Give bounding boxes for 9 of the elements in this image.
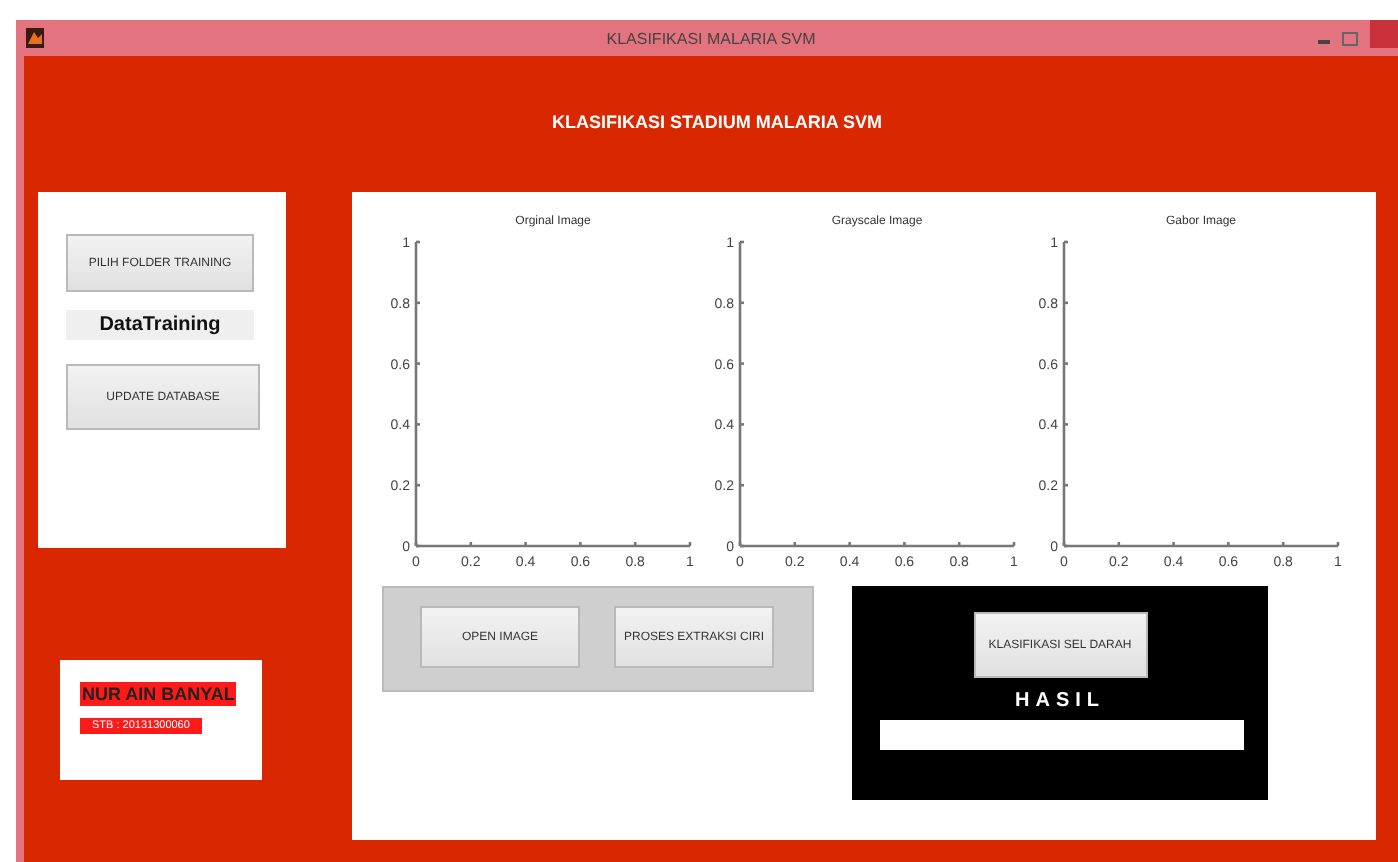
app-icon xyxy=(26,28,44,48)
result-label: HASIL xyxy=(1015,690,1105,712)
maximize-icon[interactable] xyxy=(1342,31,1358,45)
author-name: NUR AIN BANYAL xyxy=(80,682,237,706)
close-button[interactable] xyxy=(1370,20,1398,48)
data-label: DataTraining xyxy=(66,310,254,340)
app-heading: KLASIFIKASI STADIUM MALARIA SVM xyxy=(552,112,882,132)
window-title: KLASIFIKASI MALARIA SVM xyxy=(606,30,816,48)
result-field[interactable] xyxy=(880,720,1244,750)
